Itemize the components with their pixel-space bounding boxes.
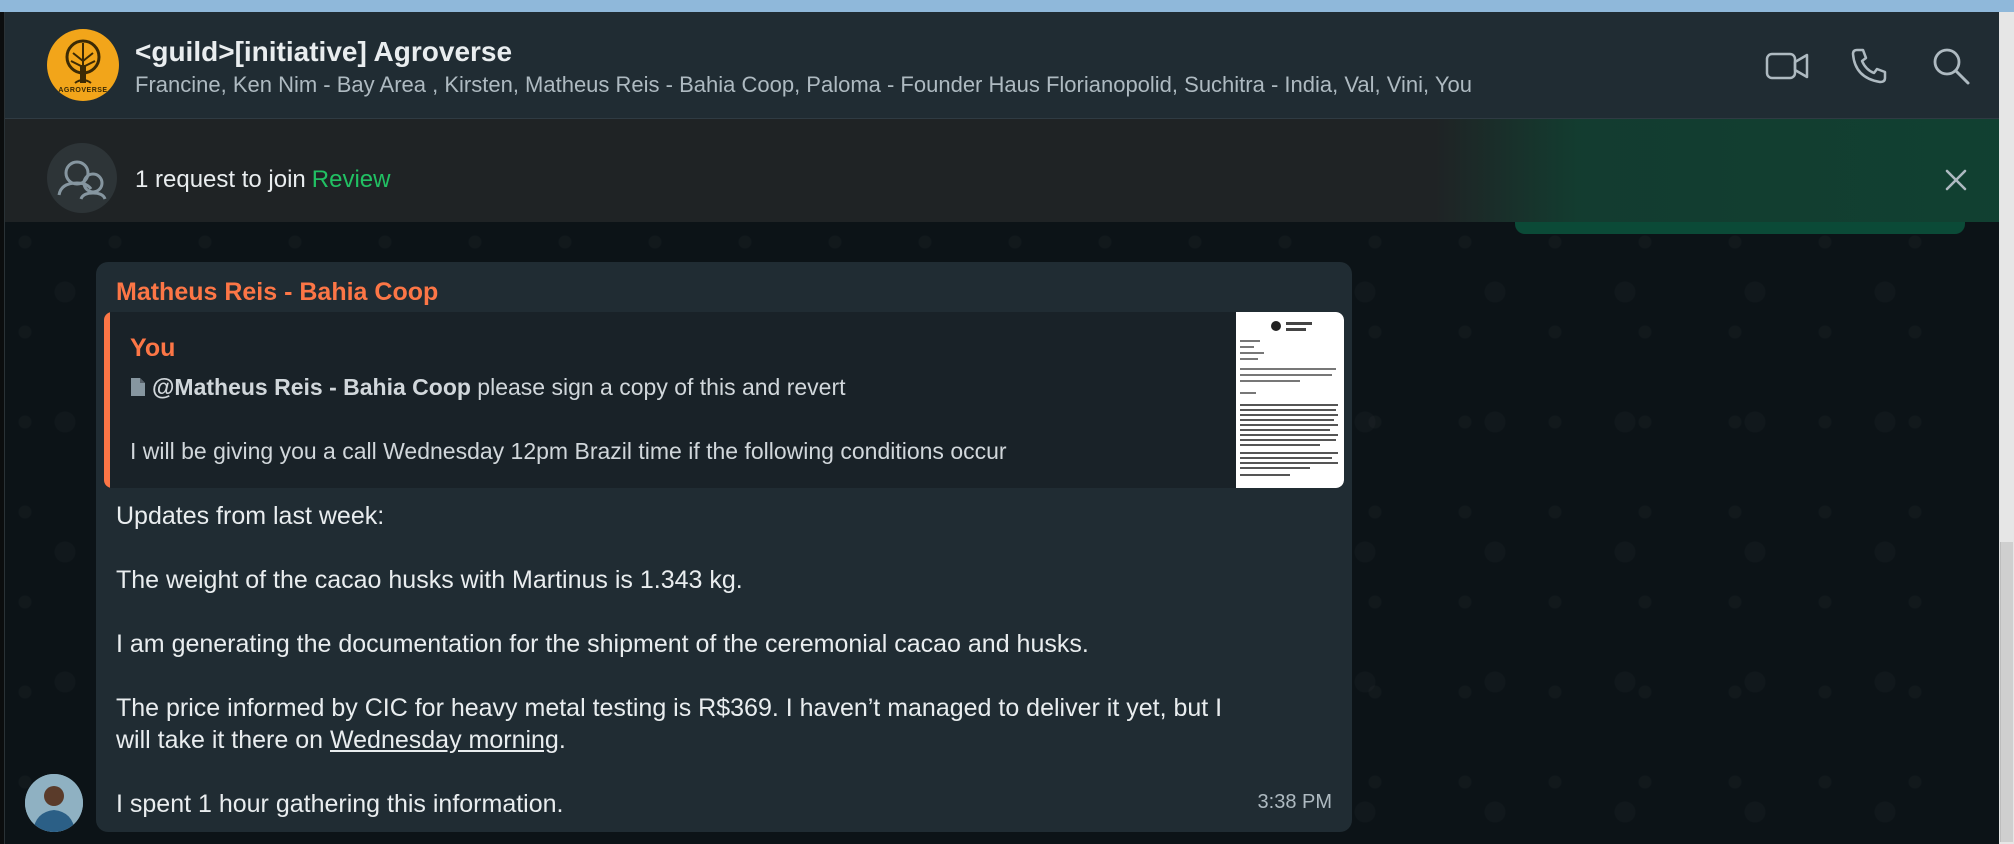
group-request-icon: [47, 143, 117, 213]
person-photo-icon: [25, 774, 83, 832]
request-count-text: 1 request to join: [135, 166, 306, 193]
request-text: 1 request to join Review: [135, 166, 390, 194]
message-line: The price informed by CIC for heavy meta…: [116, 694, 1223, 722]
group-avatar[interactable]: AGROVERSE: [47, 29, 119, 101]
avatar-caption: AGROVERSE: [58, 87, 108, 94]
review-link[interactable]: Review: [312, 166, 391, 193]
message-line: I spent 1 hour gathering this informatio…: [116, 790, 564, 818]
date-link[interactable]: Wednesday morning: [330, 726, 559, 754]
video-call-icon[interactable]: [1765, 44, 1809, 88]
outgoing-bubble-edge: [1515, 222, 1965, 234]
chat-header[interactable]: AGROVERSE <guild>[initiative] Agroverse …: [5, 12, 1999, 119]
quote-text-line-2: I will be giving you a call Wednesday 12…: [130, 438, 1007, 464]
quoted-message[interactable]: You @Matheus Reis - Bahia Coop please si…: [104, 312, 1344, 488]
voice-call-icon[interactable]: [1847, 44, 1891, 88]
message-line: Updates from last week:: [116, 502, 385, 530]
quote-text: please sign a copy of this and revert: [470, 374, 846, 400]
document-icon: [130, 376, 146, 403]
scrollbar[interactable]: [2000, 542, 2013, 842]
message-text: .: [558, 726, 566, 754]
close-icon[interactable]: [1941, 165, 1971, 195]
message-text: will take it there on: [116, 726, 330, 754]
sender-avatar[interactable]: [25, 774, 83, 832]
macos-menubar: [0, 0, 2014, 12]
message-list[interactable]: Matheus Reis - Bahia Coop You @Matheus R…: [5, 222, 1999, 844]
group-name[interactable]: <guild>[initiative] Agroverse: [135, 36, 512, 68]
background-window-edge: [1998, 12, 2014, 844]
search-icon[interactable]: [1929, 44, 1973, 88]
sender-name[interactable]: Matheus Reis - Bahia Coop: [116, 278, 438, 307]
message-line: will take it there on Wednesday morning.: [116, 726, 566, 755]
banner-glow: [1435, 119, 1999, 222]
message-bubble[interactable]: Matheus Reis - Bahia Coop You @Matheus R…: [96, 262, 1352, 832]
message-timestamp: 3:38 PM: [1257, 791, 1332, 813]
quote-author: You: [130, 334, 176, 362]
quote-text-line-1: @Matheus Reis - Bahia Coop please sign a…: [130, 374, 846, 403]
members-list[interactable]: Francine, Ken Nim - Bay Area , Kirsten, …: [135, 72, 1472, 98]
document-thumbnail[interactable]: [1236, 312, 1344, 488]
message-line: I am generating the documentation for th…: [116, 630, 1089, 658]
document-preview-icon: [1240, 321, 1338, 476]
quote-bar: [104, 312, 110, 488]
quote-mention: @Matheus Reis - Bahia Coop: [152, 374, 471, 400]
chat-window: AGROVERSE <guild>[initiative] Agroverse …: [4, 12, 1999, 844]
join-request-banner: 1 request to join Review: [5, 119, 1999, 222]
message-line: The weight of the cacao husks with Marti…: [116, 566, 743, 594]
